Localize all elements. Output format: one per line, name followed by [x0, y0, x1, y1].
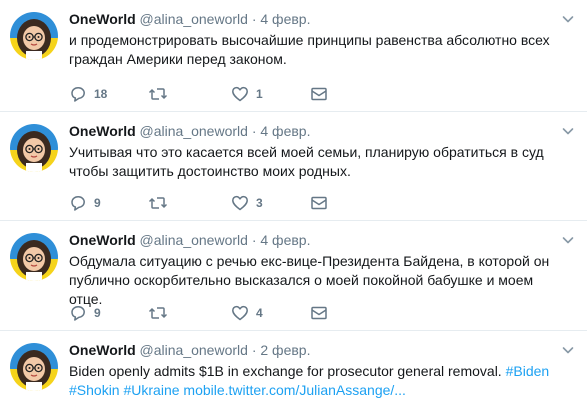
tweet-date[interactable]: 4 февр. [260, 11, 310, 27]
tweet-actions: 9 3 [69, 193, 349, 213]
tweet-text: Учитывая что это касается всей моей семь… [69, 144, 544, 179]
tweet-text: Biden openly admits $1B in exchange for … [69, 362, 569, 400]
tweet-header: OneWorld @alina_oneworld · 4 февр. [69, 122, 557, 140]
hashtag-link[interactable]: #Shokin [69, 382, 120, 398]
tweet-item[interactable]: OneWorld @alina_oneworld · 4 февр. Обдум… [0, 221, 587, 331]
like-button[interactable]: 4 [231, 303, 263, 323]
author-handle[interactable]: @alina_oneworld [140, 232, 248, 248]
author-name[interactable]: OneWorld [69, 11, 136, 27]
tweet-date[interactable]: 4 февр. [260, 123, 310, 139]
reply-button[interactable]: 18 [69, 84, 107, 104]
heart-icon [231, 304, 249, 322]
tweet-item[interactable]: OneWorld @alina_oneworld · 4 февр. и про… [0, 0, 587, 112]
tweet-text: и продемонстрировать высочайшие принципы… [69, 32, 550, 67]
like-count: 1 [256, 87, 263, 101]
separator-dot: · [251, 342, 257, 358]
avatar[interactable] [10, 124, 58, 172]
reply-count: 9 [94, 306, 101, 320]
direct-message-button[interactable] [310, 303, 328, 323]
hashtag-link[interactable]: #Biden [506, 363, 550, 379]
separator-dot: · [251, 11, 257, 27]
retweet-icon [148, 304, 168, 322]
hashtag-link[interactable]: #Ukraine [123, 382, 179, 398]
author-handle[interactable]: @alina_oneworld [140, 342, 248, 358]
retweet-button[interactable] [148, 303, 168, 323]
heart-icon [231, 85, 249, 103]
url-link[interactable]: mobile.twitter.com/JulianAssange/... [183, 382, 406, 398]
chevron-down-icon[interactable] [561, 12, 575, 26]
tweet-text-plain: Biden openly admits $1B in exchange for … [69, 363, 506, 379]
reply-count: 18 [94, 87, 108, 101]
avatar[interactable] [10, 12, 58, 60]
tweet-feed: OneWorld @alina_oneworld · 4 февр. и про… [0, 0, 587, 409]
avatar[interactable] [10, 343, 58, 391]
reply-icon [69, 85, 87, 103]
like-count: 4 [256, 306, 263, 320]
tweet-item[interactable]: OneWorld @alina_oneworld · 2 февр. Biden… [0, 331, 587, 409]
retweet-icon [148, 194, 168, 212]
like-count: 3 [256, 196, 263, 210]
separator-dot: · [251, 232, 257, 248]
tweet-header: OneWorld @alina_oneworld · 4 февр. [69, 10, 557, 28]
like-button[interactable]: 3 [231, 193, 263, 213]
chevron-down-icon[interactable] [561, 233, 575, 247]
author-handle[interactable]: @alina_oneworld [140, 11, 248, 27]
envelope-icon [310, 304, 328, 322]
tweet-actions: 18 1 [69, 84, 349, 104]
avatar[interactable] [10, 233, 58, 281]
retweet-button[interactable] [148, 84, 168, 104]
chevron-down-icon[interactable] [561, 343, 575, 357]
author-name[interactable]: OneWorld [69, 232, 136, 248]
retweet-icon [148, 85, 168, 103]
tweet-date[interactable]: 2 февр. [260, 342, 310, 358]
envelope-icon [310, 194, 328, 212]
chevron-down-icon[interactable] [561, 124, 575, 138]
separator-dot: · [251, 123, 257, 139]
tweet-actions: 9 4 [69, 303, 349, 323]
tweet-item[interactable]: OneWorld @alina_oneworld · 4 февр. Учиты… [0, 112, 587, 221]
author-name[interactable]: OneWorld [69, 123, 136, 139]
retweet-button[interactable] [148, 193, 168, 213]
author-name[interactable]: OneWorld [69, 342, 136, 358]
reply-icon [69, 194, 87, 212]
tweet-header: OneWorld @alina_oneworld · 4 февр. [69, 231, 557, 249]
tweet-date[interactable]: 4 февр. [260, 232, 310, 248]
envelope-icon [310, 85, 328, 103]
author-handle[interactable]: @alina_oneworld [140, 123, 248, 139]
direct-message-button[interactable] [310, 193, 328, 213]
reply-button[interactable]: 9 [69, 303, 101, 323]
like-button[interactable]: 1 [231, 84, 263, 104]
reply-button[interactable]: 9 [69, 193, 101, 213]
direct-message-button[interactable] [310, 84, 328, 104]
heart-icon [231, 194, 249, 212]
reply-count: 9 [94, 196, 101, 210]
tweet-header: OneWorld @alina_oneworld · 2 февр. [69, 341, 557, 359]
reply-icon [69, 304, 87, 322]
tweet-text: Обдумала ситуацию с речью екс-вице-Прези… [69, 253, 550, 307]
